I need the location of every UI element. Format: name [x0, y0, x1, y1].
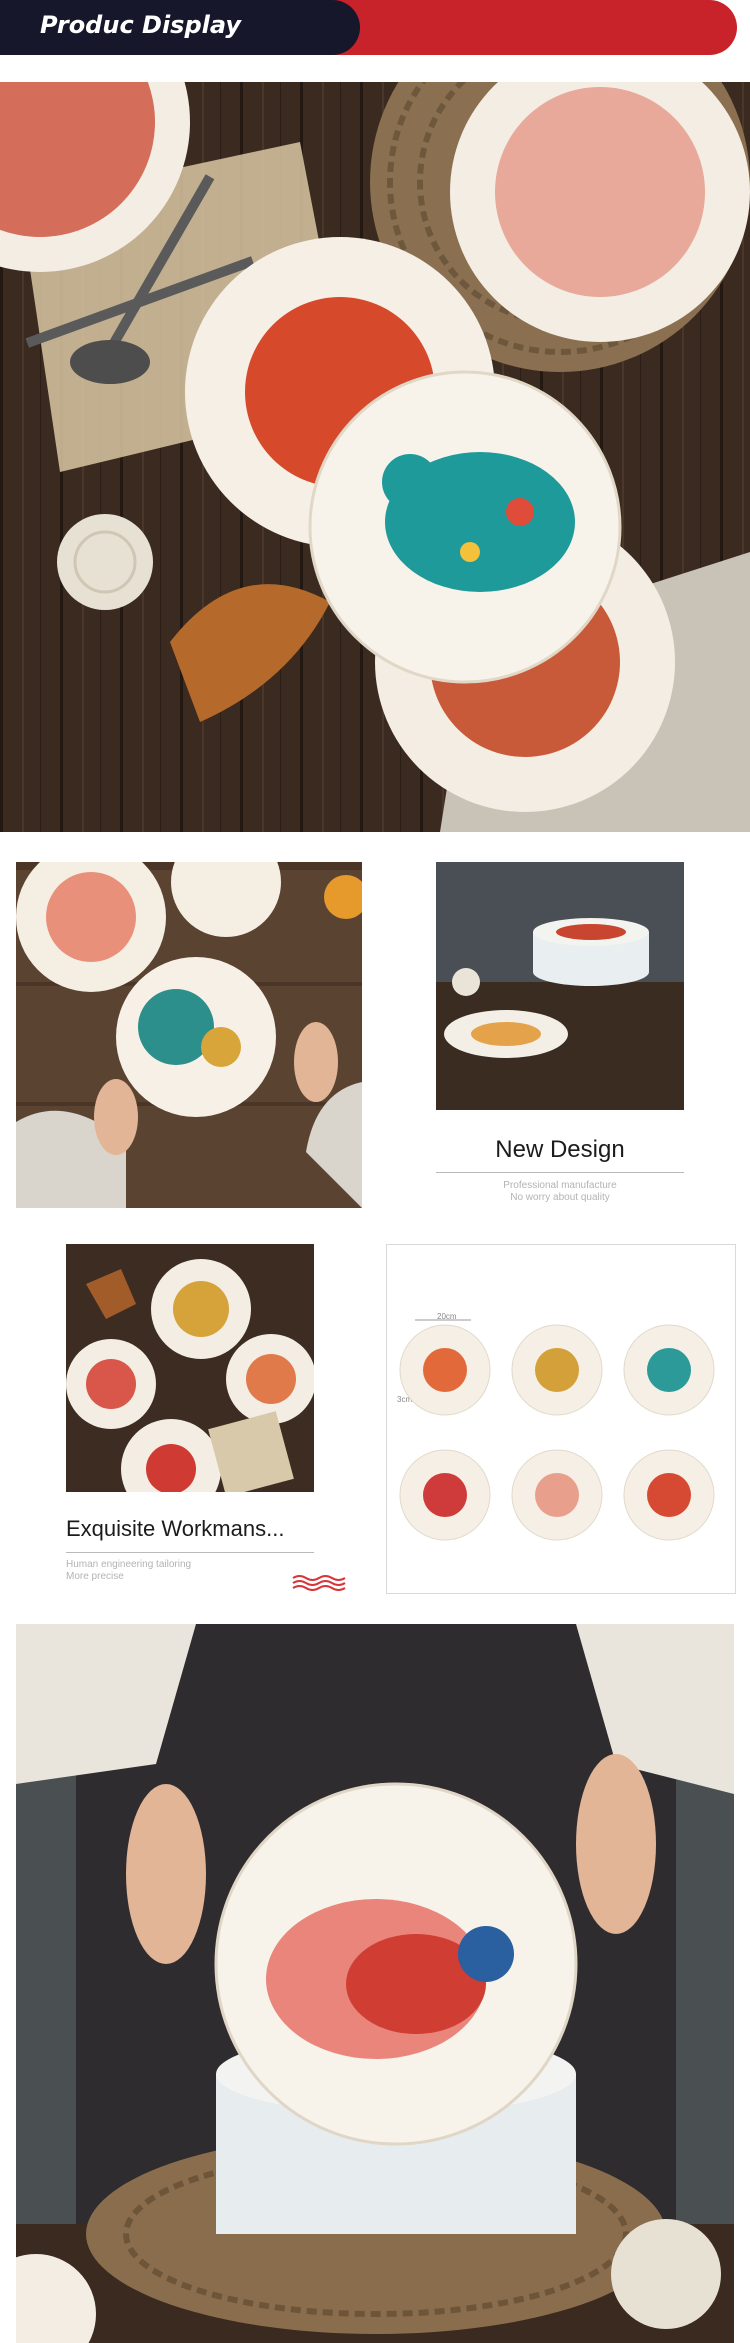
- new-design-subtitle-2: No worry about quality: [510, 1192, 610, 1203]
- plate-variants-card: 20cm 3cm: [386, 1244, 736, 1594]
- workmanship-subtitle-1: Human engineering tailoring: [66, 1559, 192, 1570]
- wave-decoration-icon: [292, 1574, 346, 1597]
- hero-product-photo: [0, 82, 750, 832]
- overhead-plates-photo: [66, 1244, 314, 1492]
- new-design-subtitle-1: Professional manufacture: [503, 1180, 617, 1191]
- workmanship-title: Exquisite Workmans...: [66, 1516, 285, 1541]
- header-title: Produc Display: [40, 11, 241, 39]
- plate-presentation-photo: [16, 1624, 734, 2343]
- workmanship-divider: [66, 1552, 314, 1553]
- plate-in-hands-photo: [16, 862, 362, 1208]
- header-banner-red: [300, 0, 737, 55]
- stacked-plates-photo: [436, 862, 684, 1110]
- new-design-divider: [436, 1172, 684, 1173]
- workmanship-subtitle-2: More precise: [66, 1571, 124, 1582]
- new-design-title: New Design: [495, 1136, 625, 1163]
